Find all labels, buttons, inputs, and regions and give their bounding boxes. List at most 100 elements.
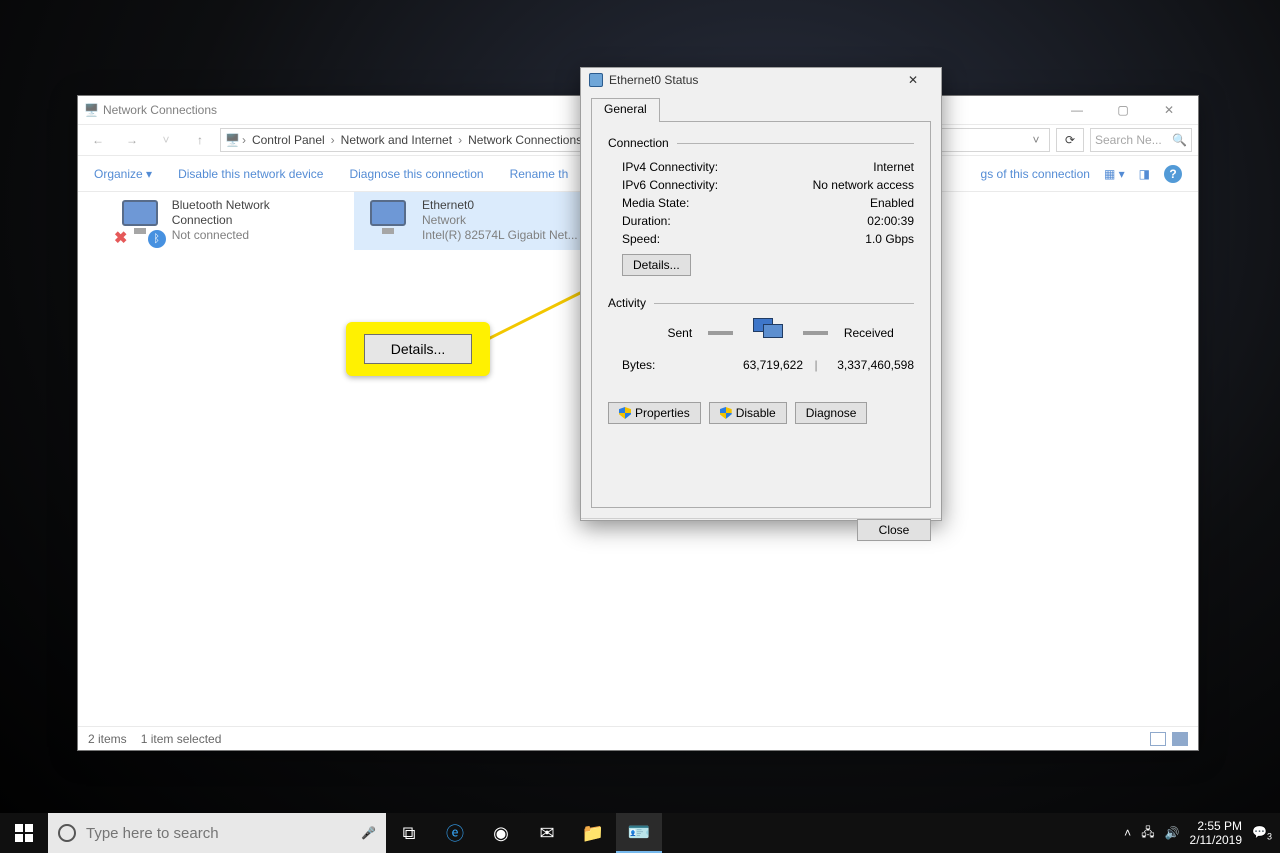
network-tray-icon[interactable]: 🖧 bbox=[1141, 823, 1154, 844]
adapter-name: Bluetooth Network Connection bbox=[172, 198, 326, 228]
back-button[interactable]: ← bbox=[84, 128, 112, 152]
media-state-label: Media State: bbox=[622, 196, 689, 210]
close-button[interactable]: Close bbox=[857, 519, 931, 541]
dash-icon bbox=[708, 331, 733, 335]
bluetooth-icon: ᛒ bbox=[148, 230, 166, 248]
adapter-device: Intel(R) 82574L Gigabit Net... bbox=[422, 228, 578, 243]
date: 2/11/2019 bbox=[1190, 833, 1243, 847]
minimize-button[interactable]: — bbox=[1054, 96, 1100, 124]
ethernet-status-dialog: Ethernet0 Status ✕ General Connection IP… bbox=[580, 67, 942, 521]
refresh-button[interactable]: ⟳ bbox=[1056, 128, 1084, 152]
shield-icon bbox=[720, 407, 732, 419]
adapter-icon: ✖ ᛒ bbox=[116, 198, 162, 246]
chevron-right-icon: › bbox=[242, 133, 246, 147]
details-button[interactable]: Details... bbox=[622, 254, 691, 276]
ipv4-label: IPv4 Connectivity: bbox=[622, 160, 718, 174]
adapter-icon bbox=[364, 198, 412, 246]
volume-tray-icon[interactable]: 🔊 bbox=[1165, 826, 1180, 840]
ipv4-value: Internet bbox=[873, 160, 914, 174]
control-panel-app-icon[interactable]: 🪪 bbox=[616, 813, 662, 853]
speed-value: 1.0 Gbps bbox=[865, 232, 914, 246]
crumb-network-internet[interactable]: Network and Internet bbox=[337, 133, 456, 147]
search-input[interactable] bbox=[86, 825, 351, 842]
time: 2:55 PM bbox=[1190, 819, 1243, 833]
crumb-control-panel[interactable]: Control Panel bbox=[248, 133, 329, 147]
search-box[interactable]: Search Ne... 🔍 bbox=[1090, 128, 1192, 152]
duration-value: 02:00:39 bbox=[867, 214, 914, 228]
breadcrumb-dropdown[interactable]: ˅ bbox=[1027, 133, 1045, 147]
dialog-close-button[interactable]: ✕ bbox=[893, 68, 933, 92]
general-panel: Connection IPv4 Connectivity: Internet IP… bbox=[591, 122, 931, 508]
cortana-icon bbox=[58, 824, 76, 842]
disable-button[interactable]: Disable bbox=[709, 402, 787, 424]
maximize-button[interactable]: ▢ bbox=[1100, 96, 1146, 124]
action-center-icon[interactable]: 💬3 bbox=[1252, 825, 1272, 841]
callout-highlight: Details... bbox=[346, 322, 490, 376]
window-title: Network Connections bbox=[103, 103, 217, 117]
control-panel-icon: 🖥️ bbox=[225, 133, 240, 147]
task-view-button[interactable]: ⧉ bbox=[386, 813, 432, 853]
ipv6-value: No network access bbox=[813, 178, 914, 192]
bytes-received-value: 3,337,460,598 bbox=[829, 358, 914, 372]
rename-command[interactable]: Rename th bbox=[510, 167, 569, 181]
preview-pane-icon[interactable]: ◨ bbox=[1139, 167, 1150, 181]
system-tray: ˄ 🖧 🔊 2:55 PM 2/11/2019 💬3 bbox=[1116, 819, 1280, 847]
diagnose-button[interactable]: Diagnose bbox=[795, 402, 868, 424]
sent-label: Sent bbox=[622, 326, 692, 340]
mic-icon[interactable]: 🎤 bbox=[361, 826, 376, 840]
chevron-right-icon: › bbox=[458, 133, 462, 147]
chrome-app-icon[interactable]: ◉ bbox=[478, 813, 524, 853]
organize-menu[interactable]: Organize ▾ bbox=[94, 167, 152, 181]
chevron-right-icon: › bbox=[331, 133, 335, 147]
taskbar: 🎤 ⧉ ⓔ ◉ ✉ 📁 🪪 ˄ 🖧 🔊 2:55 PM 2/11/2019 💬3 bbox=[0, 813, 1280, 853]
forward-button[interactable]: → bbox=[118, 128, 146, 152]
taskbar-search[interactable]: 🎤 bbox=[48, 813, 386, 853]
view-options-icon[interactable]: ▦ ▾ bbox=[1104, 167, 1125, 181]
media-state-value: Enabled bbox=[870, 196, 914, 210]
selection-count: 1 item selected bbox=[141, 732, 222, 746]
item-count: 2 items bbox=[88, 732, 127, 746]
dialog-title: Ethernet0 Status bbox=[609, 73, 698, 87]
start-button[interactable] bbox=[0, 813, 48, 853]
bytes-sent-value: 63,719,622 bbox=[718, 358, 803, 372]
control-panel-icon: 🖥️ bbox=[84, 103, 99, 117]
explorer-app-icon[interactable]: 📁 bbox=[570, 813, 616, 853]
adapter-network: Network bbox=[422, 213, 578, 228]
diagnose-command[interactable]: Diagnose this connection bbox=[349, 167, 483, 181]
duration-label: Duration: bbox=[622, 214, 671, 228]
dialog-titlebar[interactable]: Ethernet0 Status ✕ bbox=[581, 68, 941, 92]
tiles-view-icon[interactable] bbox=[1172, 732, 1188, 746]
help-icon[interactable]: ? bbox=[1164, 165, 1182, 183]
received-label: Received bbox=[844, 326, 914, 340]
up-button[interactable]: ↑ bbox=[186, 128, 214, 152]
adapter-bluetooth[interactable]: ✖ ᛒ Bluetooth Network Connection Not con… bbox=[116, 198, 326, 246]
clock[interactable]: 2:55 PM 2/11/2019 bbox=[1190, 819, 1243, 847]
ipv6-label: IPv6 Connectivity: bbox=[622, 178, 718, 192]
adapter-status: Not connected bbox=[172, 228, 326, 243]
connection-group-label: Connection bbox=[608, 136, 669, 150]
edge-app-icon[interactable]: ⓔ bbox=[432, 813, 478, 853]
search-placeholder: Search Ne... bbox=[1095, 133, 1162, 147]
disable-device-command[interactable]: Disable this network device bbox=[178, 167, 323, 181]
details-view-icon[interactable] bbox=[1150, 732, 1166, 746]
tab-general[interactable]: General bbox=[591, 98, 660, 122]
search-icon: 🔍 bbox=[1172, 133, 1187, 147]
adapter-name: Ethernet0 bbox=[422, 198, 578, 213]
tab-strip: General bbox=[591, 98, 931, 122]
close-button[interactable]: ✕ bbox=[1146, 96, 1192, 124]
crumb-network-connections[interactable]: Network Connections bbox=[464, 133, 586, 147]
network-icon bbox=[589, 73, 603, 87]
mail-app-icon[interactable]: ✉ bbox=[524, 813, 570, 853]
shield-icon bbox=[619, 407, 631, 419]
status-bar: 2 items 1 item selected bbox=[78, 726, 1198, 750]
tray-overflow-icon[interactable]: ˄ bbox=[1124, 826, 1131, 840]
dash-icon bbox=[803, 331, 828, 335]
view-status-command[interactable]: gs of this connection bbox=[981, 167, 1090, 181]
bytes-label: Bytes: bbox=[622, 358, 718, 372]
recent-button[interactable]: ˅ bbox=[152, 128, 180, 152]
callout-details-button: Details... bbox=[364, 334, 472, 364]
speed-label: Speed: bbox=[622, 232, 660, 246]
activity-icon bbox=[749, 318, 788, 348]
properties-button[interactable]: Properties bbox=[608, 402, 701, 424]
activity-group-label: Activity bbox=[608, 296, 646, 310]
